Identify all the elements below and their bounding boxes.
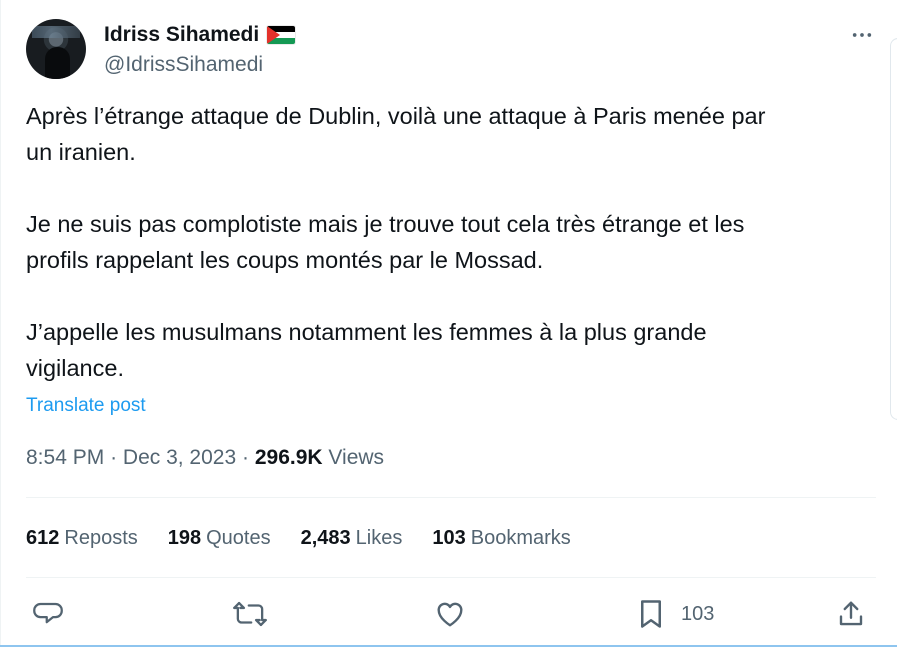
bookmarks-count: 103 [432,527,466,549]
post-date[interactable]: Dec 3, 2023 [123,446,236,469]
palestine-flag-icon [267,26,296,44]
engagement-stats: 612 Reposts 198 Quotes 2,483 Likes 103 Bookm… [26,524,601,552]
author-name-row: Idriss Sihamedi [104,22,296,48]
share-icon [839,601,863,626]
adjacent-panel-edge [890,38,897,420]
likes-count: 2,483 [300,527,351,549]
bookmarks-stat[interactable]: 103 Bookmarks [432,524,570,552]
bookmark-action-count: 103 [681,603,715,625]
heart-icon [437,602,463,627]
bookmark-icon [641,600,661,628]
meta-separator: · [242,446,249,469]
quotes-label: Quotes [206,527,271,549]
post-time[interactable]: 8:54 PM [26,446,104,469]
likes-stat[interactable]: 2,483 Likes [301,524,403,552]
repost-button[interactable] [233,592,267,636]
meta-separator: · [110,446,118,469]
bookmark-button[interactable]: 103 [637,592,714,636]
quotes-stat[interactable]: 198 Quotes [168,524,271,552]
more-icon [852,33,872,37]
author-avatar[interactable] [26,19,86,79]
tweet-page: Idriss Sihamedi @IdrissSihamedi Après l’… [0,0,897,647]
views-count: 296.9K [254,446,323,469]
quotes-count: 198 [167,527,202,549]
retweet-icon [233,601,267,627]
bookmarks-label: Bookmarks [470,527,571,549]
stats-top-divider [26,497,876,498]
share-button[interactable] [836,592,866,636]
more-options-button[interactable] [850,23,874,47]
tweet-metadata: 8:54 PM · Dec 3, 2023 · 296.9K Views [26,444,384,472]
like-button[interactable] [435,592,465,636]
reposts-stat[interactable]: 612 Reposts [26,524,138,552]
tweet-text: Après l’étrange attaque de Dublin, voilà… [26,103,766,381]
likes-label: Likes [355,527,403,549]
author-display-name[interactable]: Idriss Sihamedi [104,22,259,48]
author-handle[interactable]: @IdrissSihamedi [104,52,263,78]
actions-top-divider [26,577,876,578]
views-label: Views [328,446,385,469]
reply-button[interactable] [33,592,63,636]
reply-icon [33,602,63,624]
translate-post-link[interactable]: Translate post [26,394,146,418]
tweet-header: Idriss Sihamedi @IdrissSihamedi [26,19,876,79]
tweet-card: Idriss Sihamedi @IdrissSihamedi Après l’… [0,0,896,645]
reposts-label: Reposts [64,527,138,549]
flag-red-triangle [267,26,281,44]
tweet-actions: 103 [26,592,876,636]
reposts-count: 612 [26,527,60,549]
